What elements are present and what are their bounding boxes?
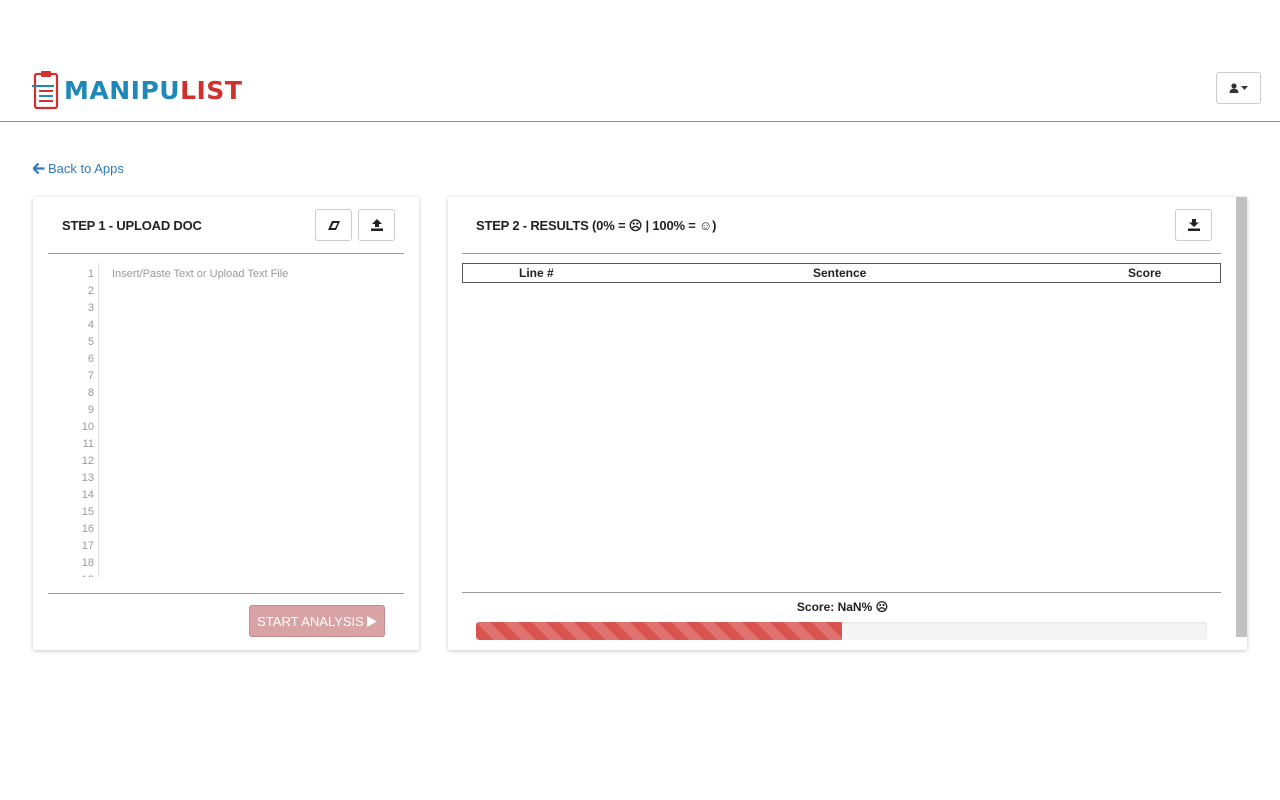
column-score: Score bbox=[1128, 266, 1162, 280]
line-number: 6 bbox=[87, 353, 94, 365]
download-icon bbox=[1187, 219, 1200, 231]
user-icon bbox=[1229, 83, 1239, 93]
logo-text: MANIPULIST bbox=[64, 75, 243, 105]
caret-down-icon bbox=[1241, 85, 1248, 90]
line-number: 16 bbox=[81, 523, 94, 535]
step1-title: STEP 1 - UPLOAD DOC bbox=[62, 218, 202, 233]
step2-title: STEP 2 - RESULTS (0% = ☹ | 100% = ☺) bbox=[476, 218, 717, 233]
back-to-apps-link[interactable]: Back to Apps bbox=[33, 161, 124, 176]
results-scrollbar[interactable] bbox=[1236, 197, 1247, 637]
clipboard-logo-icon bbox=[32, 71, 59, 110]
download-results-button[interactable] bbox=[1175, 209, 1212, 241]
step2-divider-top bbox=[462, 253, 1221, 254]
line-number: 18 bbox=[81, 557, 94, 569]
upload-panel: STEP 1 - UPLOAD DOC 1 2 3 4 5 6 7 8 9 10 11 12 13 14 1… bbox=[33, 197, 419, 650]
column-line-number: Line # bbox=[519, 266, 554, 280]
results-panel: STEP 2 - RESULTS (0% = ☹ | 100% = ☺) Lin… bbox=[448, 197, 1247, 650]
clear-text-button[interactable] bbox=[315, 209, 352, 241]
line-number: 3 bbox=[87, 302, 94, 314]
score-progress-fill bbox=[476, 622, 842, 640]
score-progress-bar bbox=[476, 622, 1207, 640]
top-header: MANIPULIST bbox=[0, 60, 1280, 122]
line-number: 4 bbox=[87, 319, 94, 331]
line-number: 9 bbox=[87, 404, 94, 416]
line-number: 13 bbox=[81, 472, 94, 484]
editor-placeholder: Insert/Paste Text or Upload Text File bbox=[112, 268, 289, 280]
line-number: 15 bbox=[81, 506, 94, 518]
eraser-icon bbox=[327, 220, 340, 230]
upload-icon bbox=[370, 219, 383, 231]
step1-divider-top bbox=[48, 253, 404, 254]
line-number: 10 bbox=[81, 421, 94, 433]
text-editor[interactable]: 12345678910111213141516171819 Insert/Pas… bbox=[48, 263, 403, 577]
user-menu-button[interactable] bbox=[1216, 72, 1261, 104]
line-number-gutter: 12345678910111213141516171819 bbox=[48, 263, 99, 577]
line-number: 11 bbox=[82, 438, 94, 450]
column-sentence: Sentence bbox=[813, 266, 867, 280]
line-number: 19 bbox=[48, 572, 94, 577]
step2-divider-bottom bbox=[462, 592, 1221, 593]
line-number: 7 bbox=[87, 370, 94, 382]
arrow-left-icon bbox=[33, 163, 45, 174]
line-number: 5 bbox=[87, 336, 94, 348]
start-analysis-label: START ANALYSIS bbox=[257, 613, 364, 629]
line-number: 2 bbox=[87, 285, 94, 297]
line-number: 14 bbox=[81, 489, 94, 501]
upload-file-button[interactable] bbox=[358, 209, 395, 241]
app-logo[interactable]: MANIPULIST bbox=[32, 70, 242, 110]
line-number: 17 bbox=[81, 540, 94, 552]
step1-divider-bottom bbox=[48, 593, 404, 594]
results-table-header: Line # Sentence Score bbox=[462, 263, 1221, 283]
start-analysis-button[interactable]: START ANALYSIS bbox=[249, 605, 385, 637]
back-to-apps-label: Back to Apps bbox=[48, 161, 124, 176]
line-number: 8 bbox=[87, 387, 94, 399]
play-icon bbox=[366, 615, 377, 627]
line-number: 1 bbox=[87, 268, 94, 280]
line-number: 12 bbox=[81, 455, 94, 467]
overall-score-label: Score: NaN% ☹ bbox=[796, 600, 889, 614]
